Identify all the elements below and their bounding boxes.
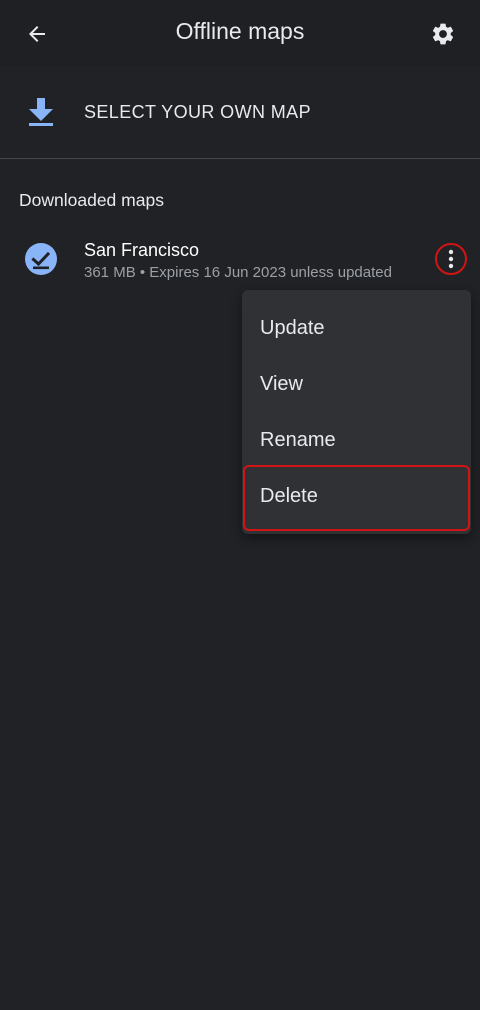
overflow-menu: Update View Rename Delete: [242, 290, 471, 534]
app-bar: Offline maps: [0, 0, 480, 66]
check-circle-icon: [25, 243, 57, 275]
more-options-button[interactable]: [435, 243, 467, 275]
menu-item-view[interactable]: View: [242, 356, 471, 412]
select-your-own-map-button[interactable]: SELECT YOUR OWN MAP: [0, 74, 480, 152]
menu-item-rename[interactable]: Rename: [242, 412, 471, 468]
more-vert-icon: [448, 249, 454, 269]
gear-icon: [432, 23, 454, 45]
section-header-downloaded-maps: Downloaded maps: [19, 190, 164, 210]
menu-item-delete[interactable]: Delete: [242, 468, 471, 524]
divider: [0, 158, 480, 159]
select-map-label: SELECT YOUR OWN MAP: [84, 102, 311, 122]
settings-button[interactable]: [422, 13, 464, 55]
map-details: 361 MB • Expires 16 Jun 2023 unless upda…: [84, 264, 392, 281]
downloaded-map-item[interactable]: San Francisco 361 MB • Expires 16 Jun 20…: [0, 228, 480, 292]
download-icon: [29, 98, 53, 126]
map-name: San Francisco: [84, 240, 200, 260]
menu-item-update[interactable]: Update: [242, 300, 471, 356]
page-title: Offline maps: [175, 18, 305, 44]
